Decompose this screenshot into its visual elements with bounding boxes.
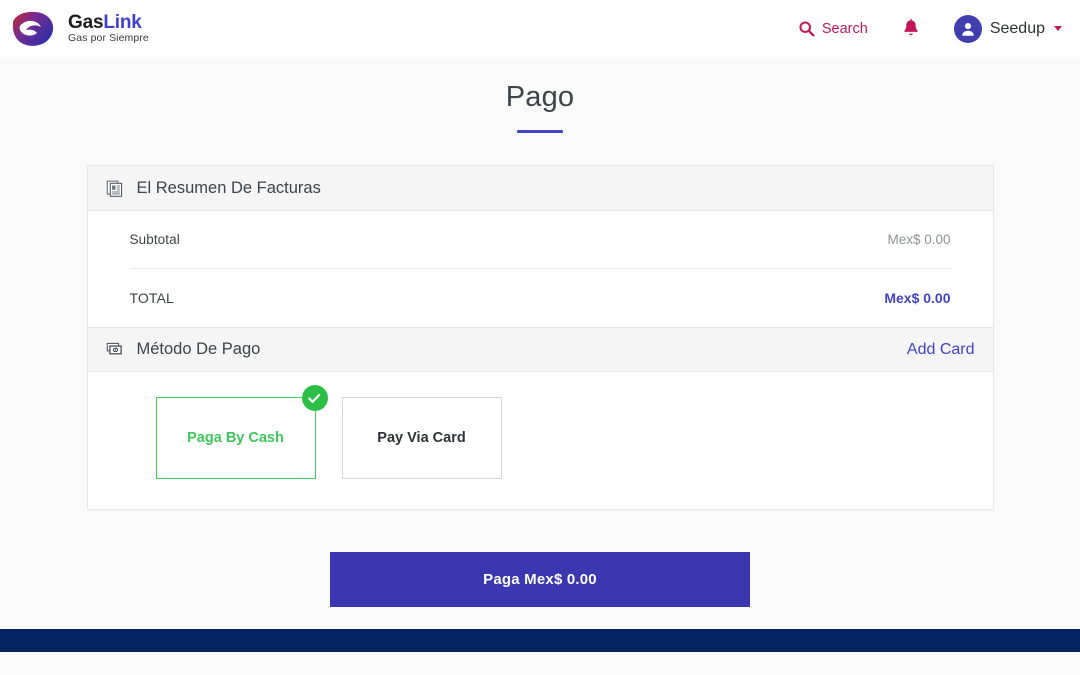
brand-name-gas: Gas [68, 11, 104, 33]
avatar [953, 14, 982, 43]
payment-option-cash-label: Paga By Cash [187, 430, 284, 446]
invoice-document-icon [106, 180, 122, 197]
bell-icon [904, 19, 918, 36]
check-circle-icon [301, 385, 328, 411]
search-label: Search [821, 20, 868, 37]
page-title: Pago [505, 81, 575, 113]
gaslink-swoosh-logo-icon [12, 11, 54, 46]
banknote-stack-icon [106, 342, 122, 355]
chevron-down-icon [1054, 26, 1062, 31]
total-label: TOTAL [129, 290, 174, 306]
payment-method-header: Método De Pago Add Card [87, 327, 993, 372]
payment-method-title: Método De Pago [136, 340, 261, 358]
summary-row-subtotal: Subtotal Mex$ 0.00 [129, 211, 951, 269]
user-avatar-icon [962, 22, 974, 36]
payment-method-options: Paga By Cash Pay Via Card [88, 372, 993, 509]
app-header: GasLink Gas por Siempre Search Seedup [0, 0, 1080, 57]
search-button[interactable]: Search [798, 20, 868, 37]
add-card-link[interactable]: Add Card [907, 341, 975, 359]
user-menu[interactable]: Seedup [953, 14, 1062, 43]
page-footer [0, 629, 1080, 652]
invoice-summary-title: El Resumen De Facturas [136, 178, 321, 197]
total-value: Mex$ 0.00 [884, 290, 951, 306]
brand-title: GasLink [68, 11, 149, 33]
search-icon [799, 21, 815, 37]
payment-option-card[interactable]: Pay Via Card [341, 397, 502, 479]
pay-button[interactable]: Paga Mex$ 0.00 [330, 552, 750, 607]
user-name-label: Seedup [989, 19, 1045, 37]
page-title-underline [517, 130, 563, 133]
pay-action-area: Paga Mex$ 0.00 [0, 552, 1080, 607]
check-icon [308, 393, 321, 403]
page-body: Pago El Resumen De Facturas Subtotal Mex… [0, 57, 1080, 652]
brand-logo[interactable]: GasLink Gas por Siempre [10, 9, 149, 49]
summary-row-total: TOTAL Mex$ 0.00 [130, 269, 951, 327]
notifications-button[interactable] [902, 19, 920, 38]
brand-name-link: Link [103, 11, 142, 33]
invoice-summary-body: Subtotal Mex$ 0.00 TOTAL Mex$ 0.00 [88, 211, 993, 327]
brand-tagline: Gas por Siempre [68, 32, 149, 45]
payment-option-card-label: Pay Via Card [377, 430, 466, 446]
header-actions: Search Seedup [798, 14, 1062, 43]
subtotal-value: Mex$ 0.00 [887, 232, 951, 247]
invoice-summary-header: El Resumen De Facturas [87, 166, 993, 211]
payment-option-cash[interactable]: Paga By Cash [155, 385, 328, 479]
payment-card-stack: El Resumen De Facturas Subtotal Mex$ 0.0… [86, 165, 994, 510]
subtotal-label: Subtotal [129, 232, 180, 247]
